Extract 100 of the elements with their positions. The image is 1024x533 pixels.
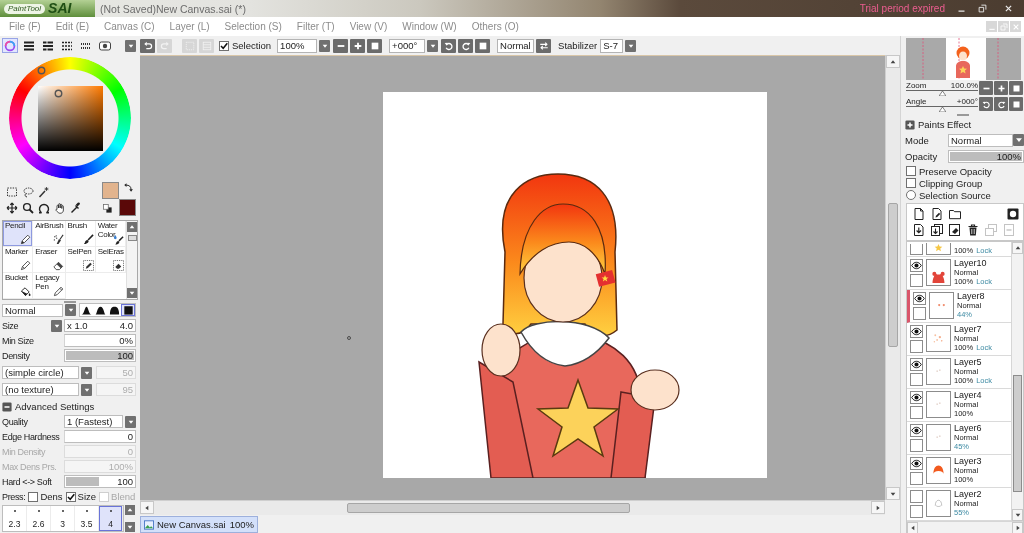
menu-item[interactable]: Canvas (C) bbox=[104, 21, 155, 32]
checkbox[interactable] bbox=[219, 40, 229, 51]
slider-track[interactable]: 100 bbox=[64, 349, 136, 362]
layer-checkbox[interactable] bbox=[910, 340, 923, 353]
scroll-left-button[interactable] bbox=[907, 522, 918, 533]
menu-item[interactable]: Layer (L) bbox=[169, 21, 210, 32]
navigator-preview-drawing[interactable] bbox=[906, 38, 1021, 80]
menu-item[interactable]: Edit (E) bbox=[55, 21, 89, 32]
dropdown-button[interactable] bbox=[625, 39, 637, 52]
dropdown-button[interactable] bbox=[319, 39, 331, 52]
visibility-toggle[interactable] bbox=[910, 391, 923, 404]
brush-size-preset[interactable]: 4 bbox=[99, 506, 123, 531]
folder-icon[interactable] bbox=[949, 208, 961, 220]
dropdown-button[interactable] bbox=[65, 304, 76, 316]
brush-shape-button[interactable] bbox=[107, 304, 122, 316]
page-pen-icon[interactable] bbox=[931, 208, 943, 220]
mask-icon[interactable] bbox=[1007, 208, 1019, 220]
visibility-toggle[interactable] bbox=[910, 424, 923, 437]
secondary-swatch-icon[interactable] bbox=[119, 199, 136, 216]
checkbox[interactable] bbox=[28, 491, 39, 502]
saturation-value-square[interactable] bbox=[37, 85, 103, 151]
checkbox-label[interactable]: Dens bbox=[40, 491, 63, 502]
pages-arrow-icon[interactable] bbox=[931, 224, 943, 236]
dropdown-button[interactable] bbox=[81, 366, 92, 379]
layer-checkbox[interactable] bbox=[910, 274, 923, 287]
checkbox[interactable] bbox=[906, 166, 916, 176]
tool-button[interactable]: Legacy Pen bbox=[33, 273, 66, 299]
size-field[interactable]: x 1.0 4.0 bbox=[64, 319, 136, 332]
layer-checkbox[interactable] bbox=[913, 307, 926, 320]
slider-track[interactable]: 100 bbox=[64, 475, 136, 488]
tool-button[interactable]: Pencil bbox=[3, 221, 34, 247]
angle-field[interactable]: +000° bbox=[389, 38, 426, 53]
brush-size-preset[interactable]: 2.3 bbox=[3, 506, 27, 531]
move-icon[interactable] bbox=[6, 202, 18, 214]
dropdown-field[interactable]: Normal bbox=[948, 133, 1013, 147]
color-mode-button[interactable] bbox=[2, 38, 18, 53]
zoom-reset-button[interactable] bbox=[1009, 81, 1023, 95]
layer-checkbox[interactable] bbox=[910, 244, 923, 255]
magic-wand-icon[interactable] bbox=[38, 186, 50, 198]
slider-thumb-icon[interactable] bbox=[938, 90, 946, 96]
layer-checkbox[interactable] bbox=[910, 406, 923, 419]
section-toggle[interactable]: Advanced Settings bbox=[2, 400, 95, 413]
slider-track[interactable]: 100% bbox=[948, 149, 1024, 163]
brush-size-preset[interactable]: 3 bbox=[51, 506, 75, 531]
trash-icon[interactable] bbox=[967, 224, 979, 236]
color-mode-button[interactable] bbox=[97, 38, 113, 53]
menu-item[interactable]: Filter (T) bbox=[296, 21, 335, 32]
visibility-toggle[interactable] bbox=[913, 292, 926, 305]
canvas-viewport[interactable] bbox=[140, 55, 885, 500]
slider-track[interactable] bbox=[906, 105, 978, 112]
vertical-scrollbar[interactable] bbox=[885, 55, 900, 500]
horizontal-scrollbar[interactable] bbox=[907, 521, 1023, 533]
dropdown-button[interactable] bbox=[51, 319, 62, 332]
checkbox-label[interactable]: Size bbox=[77, 491, 97, 502]
hand-icon[interactable] bbox=[54, 202, 66, 214]
rotate-right-button[interactable] bbox=[994, 97, 1008, 111]
dropdown-field[interactable]: 1 (Fastest) bbox=[64, 415, 123, 428]
scrollbar-thumb[interactable] bbox=[127, 235, 137, 241]
menu-item[interactable]: Others (O) bbox=[471, 21, 519, 32]
scroll-up-button[interactable] bbox=[886, 55, 900, 68]
tool-button[interactable]: Marker bbox=[3, 247, 34, 273]
section-toggle[interactable]: Paints Effect bbox=[905, 118, 972, 131]
horizontal-scrollbar[interactable] bbox=[140, 500, 885, 515]
scroll-down-button[interactable] bbox=[1012, 509, 1023, 521]
tool-button[interactable]: SelPen bbox=[65, 247, 96, 273]
checkbox[interactable] bbox=[65, 491, 76, 502]
slider-thumb-icon[interactable] bbox=[938, 106, 946, 112]
zoom-out-button[interactable] bbox=[333, 38, 349, 53]
drawing-canvas[interactable] bbox=[383, 92, 767, 478]
radio-label[interactable]: Selection Source bbox=[919, 189, 991, 201]
radio-button[interactable] bbox=[906, 190, 916, 200]
number-field[interactable]: 0 bbox=[64, 430, 136, 443]
checkbox-label[interactable]: Clipping Group bbox=[919, 177, 983, 189]
eyedropper-icon[interactable] bbox=[70, 202, 82, 214]
flip-button[interactable] bbox=[536, 38, 552, 53]
slider-track[interactable] bbox=[906, 89, 978, 96]
page-icon[interactable] bbox=[913, 208, 925, 220]
layer-checkbox[interactable] bbox=[910, 472, 923, 485]
rotate-reset-button[interactable] bbox=[475, 38, 491, 53]
scroll-right-button[interactable] bbox=[1012, 522, 1023, 533]
dropdown-button[interactable] bbox=[125, 39, 136, 52]
dropdown-button[interactable] bbox=[1013, 134, 1024, 146]
dropdown-button[interactable] bbox=[125, 415, 136, 428]
blend-mode-button[interactable]: Normal bbox=[497, 38, 535, 53]
visibility-toggle[interactable] bbox=[910, 259, 923, 272]
menu-item[interactable]: Selection (S) bbox=[224, 21, 282, 32]
zoom-in-button[interactable] bbox=[350, 38, 366, 53]
canvas-tab[interactable]: New Canvas.sai 100% bbox=[140, 516, 258, 533]
rotate-icon[interactable] bbox=[38, 202, 50, 214]
scroll-up-button[interactable] bbox=[125, 505, 135, 515]
page-arrow-icon[interactable] bbox=[913, 224, 925, 236]
tool-button[interactable]: AirBrush bbox=[33, 221, 66, 247]
visibility-toggle[interactable] bbox=[910, 490, 923, 503]
tool-button[interactable]: Eraser bbox=[33, 247, 66, 273]
number-field[interactable]: 0% bbox=[64, 334, 136, 347]
scrollbar-thumb[interactable] bbox=[347, 503, 630, 513]
checkbox-label[interactable]: Preserve Opacity bbox=[919, 165, 992, 177]
layer-checkbox[interactable] bbox=[910, 439, 923, 452]
brush-size-preset[interactable]: 2.6 bbox=[27, 506, 51, 531]
dropdown-button[interactable] bbox=[81, 383, 92, 396]
